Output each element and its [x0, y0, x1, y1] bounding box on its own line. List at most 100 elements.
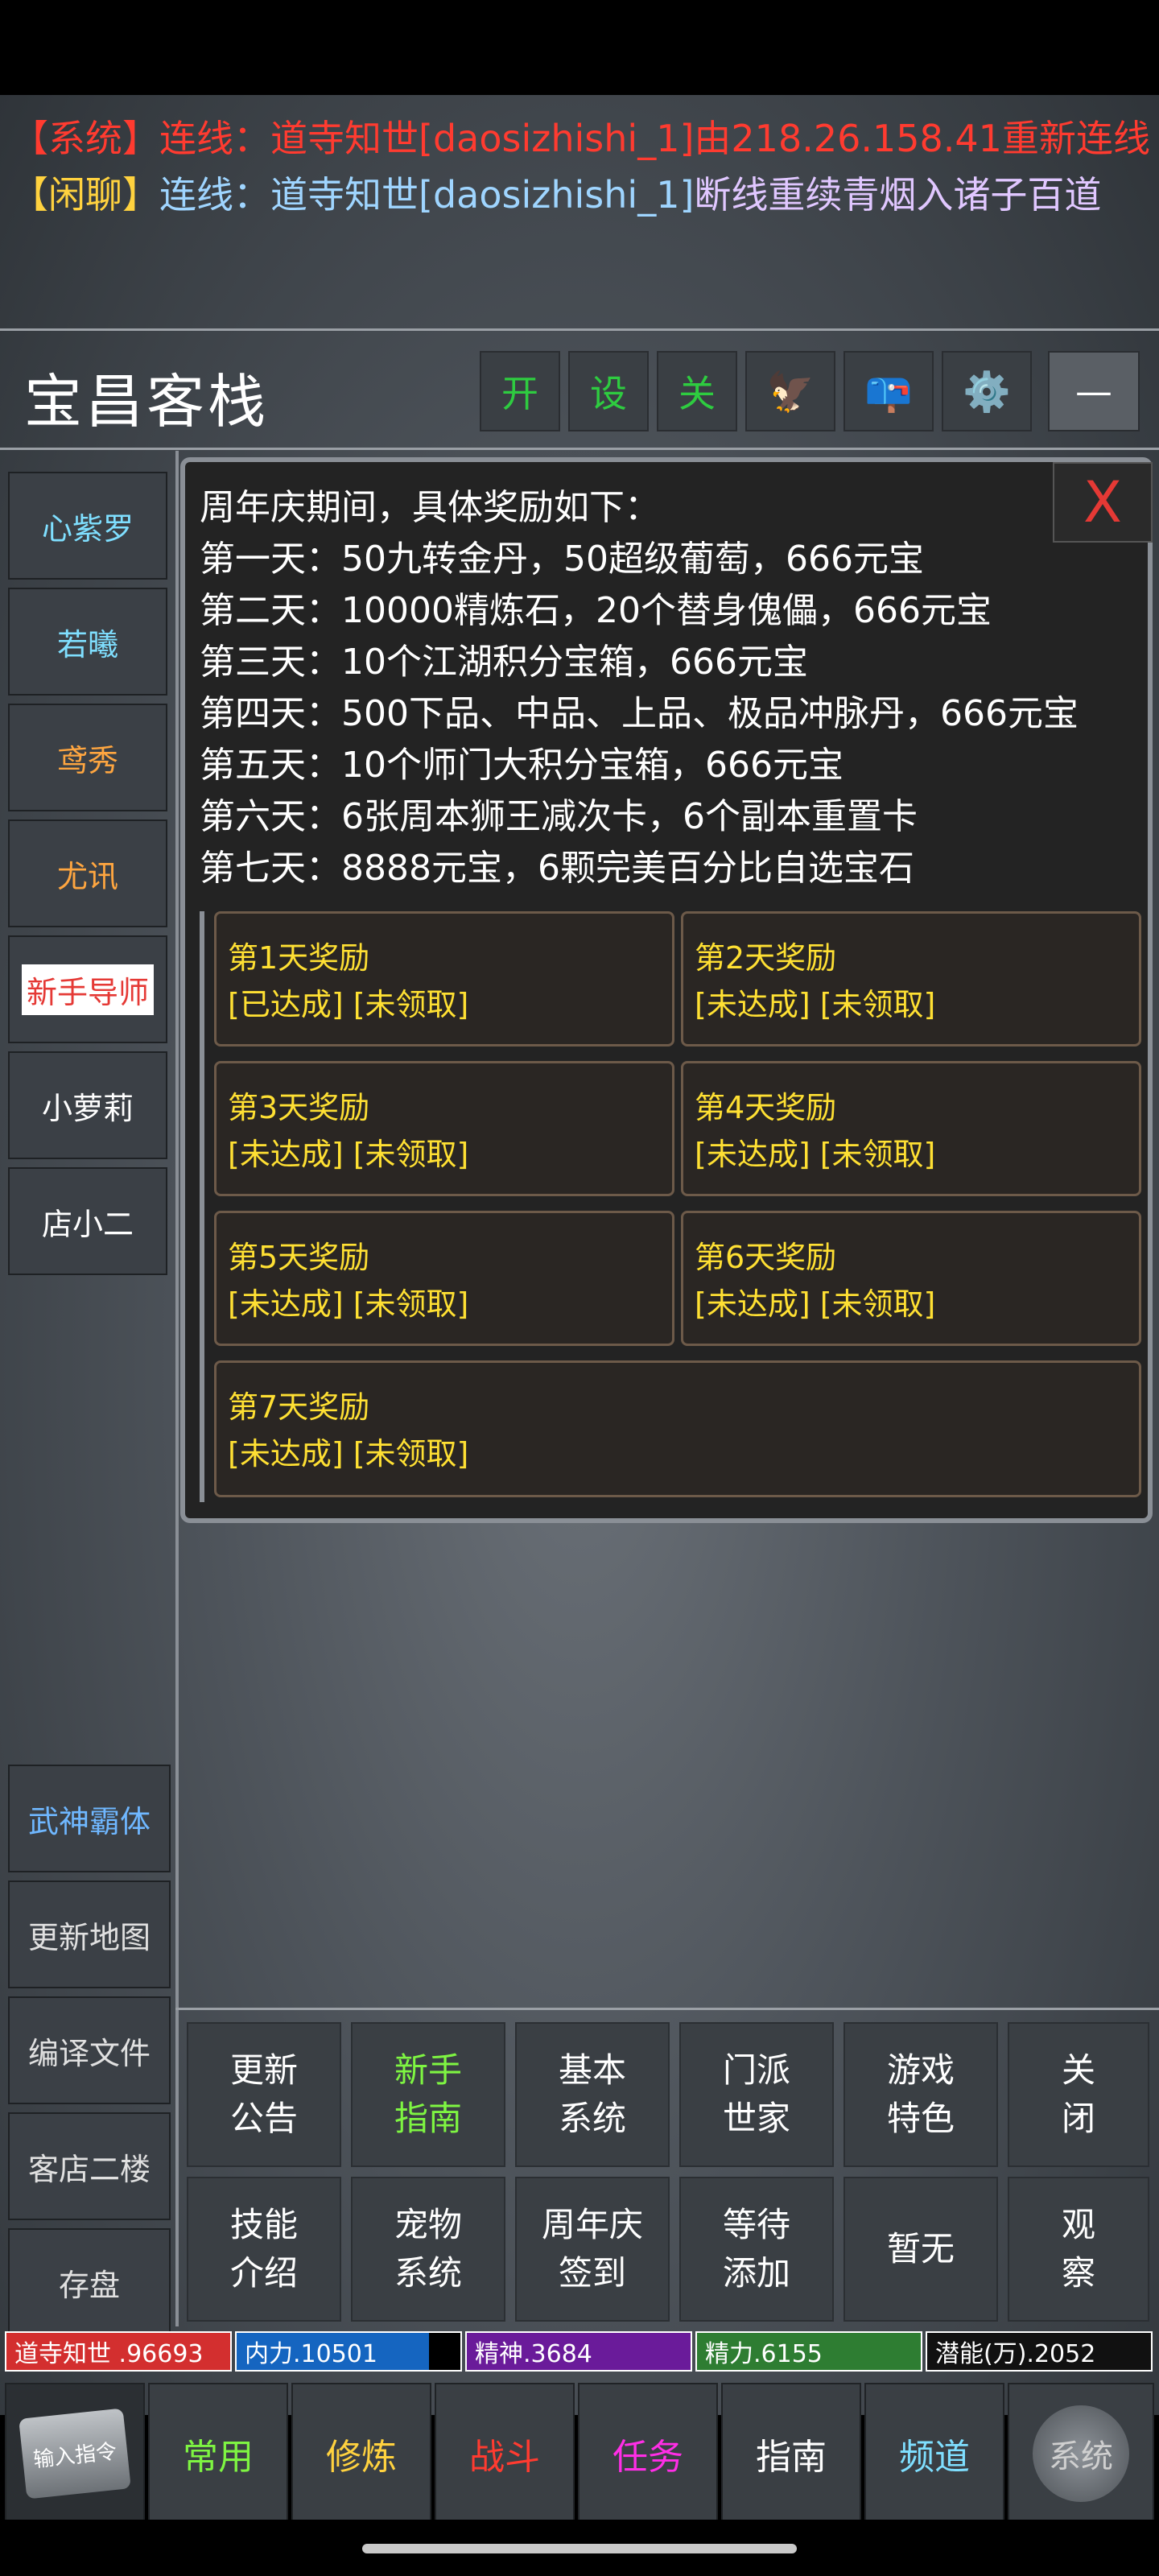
reward-description: 第七天：8888元宝，6颗完美百分比自选宝石	[200, 848, 914, 889]
menu-update-notice[interactable]: 更新 公告	[187, 2022, 341, 2167]
nav-common[interactable]: 常用	[148, 2383, 288, 2524]
menu-anniversary-signin[interactable]: 周年庆 签到	[515, 2177, 670, 2322]
nav-battle[interactable]: 战斗	[435, 2383, 575, 2524]
menu-sects[interactable]: 门派 世家	[679, 2022, 834, 2167]
npc-button[interactable]: 鸢秀	[8, 704, 167, 811]
nav-system[interactable]: 系统	[1008, 2383, 1154, 2524]
gear-icon[interactable]: ⚙️	[942, 351, 1032, 431]
npc-button[interactable]: 小萝莉	[8, 1051, 167, 1159]
reward-title: 第7天奖励	[228, 1389, 370, 1425]
menu-label: 基本 系统	[558, 2050, 626, 2138]
divider	[0, 328, 1159, 331]
reward-day-4[interactable]: 第4天奖励 [未达成] [未领取]	[681, 1061, 1141, 1196]
nav-label: 系统	[1049, 2438, 1113, 2475]
divider	[200, 911, 204, 1502]
stat-jingshen: 精神.3684	[465, 2331, 692, 2372]
reward-day-1[interactable]: 第1天奖励 [已达成] [未领取]	[214, 911, 674, 1046]
npc-button[interactable]: 若曦	[8, 588, 167, 696]
reward-description: 第五天：10个师门大积分宝箱，666元宝	[200, 745, 843, 786]
room-title: 宝昌客栈	[24, 368, 270, 436]
chat-message: 【闲聊】连线：道寺知世[daosizhishi_1]断线重续青烟入诸子百道	[11, 166, 1159, 219]
divider	[0, 448, 1159, 450]
menu-label: 暂无	[886, 2229, 955, 2268]
npc-button[interactable]: 心紫罗	[8, 472, 167, 580]
npc-label: 新手导师	[21, 964, 154, 1015]
reward-title: 第4天奖励	[695, 1090, 837, 1125]
command-input-button[interactable]: 输入指令	[5, 2383, 145, 2524]
side-button-save[interactable]: 存盘	[8, 2228, 171, 2336]
status-bar	[0, 0, 1159, 95]
home-indicator[interactable]	[362, 2544, 797, 2553]
reward-status: [未达成] [未领取]	[228, 1286, 469, 1322]
menu-close[interactable]: 关 闭	[1008, 2022, 1149, 2167]
nav-channel[interactable]: 频道	[864, 2383, 1004, 2524]
side-button-inn-upstairs[interactable]: 客店二楼	[8, 2112, 171, 2220]
menu-observe[interactable]: 观 察	[1008, 2177, 1149, 2322]
stat-hp: 道寺知世 .96693	[5, 2331, 232, 2372]
side-button-compile[interactable]: 编译文件	[8, 1996, 171, 2104]
open-button[interactable]: 开	[480, 351, 560, 431]
reward-status: [未达成] [未领取]	[228, 1436, 469, 1472]
menu-label: 周年庆 签到	[541, 2205, 643, 2293]
gear-icon: 系统	[1033, 2405, 1129, 2502]
eagle-icon[interactable]: 🦅	[745, 351, 835, 431]
reward-title: 第3天奖励	[228, 1090, 370, 1125]
close-icon[interactable]: X	[1053, 462, 1153, 543]
menu-pets[interactable]: 宠物 系统	[351, 2177, 505, 2322]
nav-cultivate[interactable]: 修炼	[291, 2383, 431, 2524]
panel-heading: 周年庆期间，具体奖励如下：	[200, 487, 660, 528]
reward-description: 第一天：50九转金丹，50超级葡萄，666元宝	[200, 539, 924, 580]
npc-label: 尤讯	[56, 858, 118, 894]
menu-label: 新手 指南	[394, 2050, 462, 2138]
npc-button[interactable]: 尤讯	[8, 819, 167, 927]
menu-label: 等待 添加	[722, 2205, 790, 2293]
menu-pending[interactable]: 等待 添加	[679, 2177, 834, 2322]
npc-button[interactable]: 店小二	[8, 1167, 167, 1275]
menu-label: 观 察	[1061, 2205, 1095, 2293]
reward-status: [未达成] [未领取]	[695, 987, 936, 1022]
reward-day-6[interactable]: 第6天奖励 [未达成] [未领取]	[681, 1211, 1141, 1346]
stat-potential: 潜能(万).2052	[926, 2331, 1153, 2372]
menu-label: 宠物 系统	[394, 2205, 462, 2293]
stat-jingli: 精力.6155	[695, 2331, 922, 2372]
reward-title: 第1天奖励	[228, 940, 370, 976]
reward-description: 第六天：6张周本狮王减次卡，6个副本重置卡	[200, 796, 918, 837]
npc-label: 心紫罗	[41, 510, 134, 547]
reward-status: [未达成] [未领取]	[695, 1137, 936, 1172]
npc-label: 小萝莉	[41, 1090, 134, 1126]
reward-day-3[interactable]: 第3天奖励 [未达成] [未领取]	[214, 1061, 674, 1196]
divider	[175, 451, 179, 2326]
chat-text: 断线重续青烟入诸子百道	[694, 173, 1102, 217]
chat-prefix: 连线：道寺知世[daosizhishi_1]	[159, 173, 695, 217]
menu-skills[interactable]: 技能 介绍	[187, 2177, 341, 2322]
reward-status: [已达成] [未领取]	[228, 987, 469, 1022]
reward-description: 第四天：500下品、中品、上品、极品冲脉丹，666元宝	[200, 693, 1079, 734]
reward-day-7[interactable]: 第7天奖励 [未达成] [未领取]	[214, 1360, 1141, 1497]
side-button-update-map[interactable]: 更新地图	[8, 1880, 171, 1988]
nav-guide[interactable]: 指南	[721, 2383, 861, 2524]
nav-tasks[interactable]: 任务	[578, 2383, 718, 2524]
settings-button[interactable]: 设	[568, 351, 649, 431]
menu-label: 技能 介绍	[229, 2205, 298, 2293]
menu-none[interactable]: 暂无	[843, 2177, 998, 2322]
reward-day-5[interactable]: 第5天奖励 [未达成] [未领取]	[214, 1211, 674, 1346]
npc-button-mentor[interactable]: 新手导师	[8, 935, 167, 1043]
reward-status: [未达成] [未领取]	[228, 1137, 469, 1172]
close-button[interactable]: 关	[657, 351, 737, 431]
stat-neili: 内力.10501	[235, 2331, 462, 2372]
menu-label: 更新 公告	[229, 2050, 298, 2138]
nav-label: 输入指令	[31, 2439, 118, 2472]
menu-game-features[interactable]: 游戏 特色	[843, 2022, 998, 2167]
keyboard-icon: 输入指令	[19, 2408, 131, 2500]
reward-day-2[interactable]: 第2天奖励 [未达成] [未领取]	[681, 911, 1141, 1046]
mailbox-icon[interactable]: 📪	[843, 351, 934, 431]
reward-description: 第三天：10个江湖积分宝箱，666元宝	[200, 642, 808, 683]
npc-label: 鸢秀	[56, 742, 118, 778]
npc-label: 若曦	[56, 626, 118, 663]
chat-channel-tag: 【闲聊】	[11, 173, 159, 217]
side-button-wushen[interactable]: 武神霸体	[8, 1765, 171, 1872]
menu-newbie-guide[interactable]: 新手 指南	[351, 2022, 505, 2167]
menu-label: 关 闭	[1061, 2050, 1095, 2138]
menu-basic-system[interactable]: 基本 系统	[515, 2022, 670, 2167]
minimize-icon[interactable]: —	[1048, 351, 1140, 431]
